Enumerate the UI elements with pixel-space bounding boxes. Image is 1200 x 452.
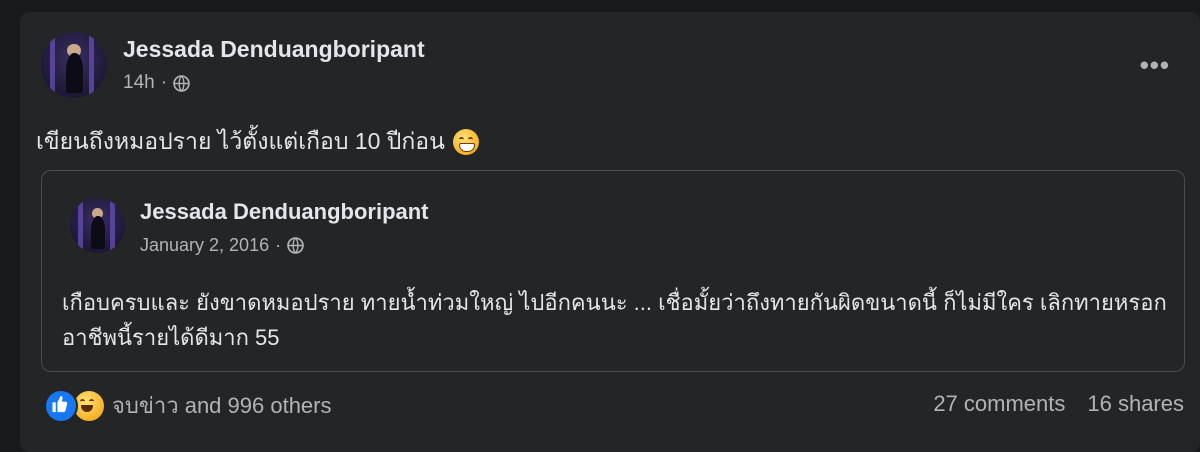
shared-post-date[interactable]: January 2, 2016 bbox=[140, 235, 269, 256]
more-options-button[interactable]: ••• bbox=[1140, 50, 1170, 81]
comments-count[interactable]: 27 comments bbox=[933, 391, 1065, 417]
reactions-text[interactable]: จบข่าว and 996 others bbox=[112, 388, 332, 423]
author-avatar[interactable] bbox=[41, 32, 107, 98]
meta-separator: · bbox=[160, 72, 168, 93]
like-icon bbox=[44, 388, 78, 423]
shared-post-card[interactable]: Jessada Denduangboripant January 2, 2016… bbox=[41, 170, 1185, 372]
reactions-summary[interactable]: จบข่าว and 996 others bbox=[44, 388, 332, 423]
post-footer: จบข่าว and 996 others 27 comments 16 sha… bbox=[20, 388, 1200, 424]
post-time[interactable]: 14h bbox=[123, 72, 155, 94]
globe-icon bbox=[173, 74, 190, 92]
globe-icon bbox=[287, 237, 304, 254]
post-text: เขียนถึงหมอปราย ไว้ตั้งแต่เกือบ 10 ปีก่อ… bbox=[36, 128, 445, 154]
meta-separator: · bbox=[275, 235, 282, 255]
engagement-stats: 27 comments 16 shares bbox=[933, 391, 1184, 417]
author-name[interactable]: Jessada Denduangboripant bbox=[123, 36, 425, 63]
post-meta: 14h · bbox=[123, 72, 190, 94]
shares-count[interactable]: 16 shares bbox=[1087, 391, 1184, 417]
shared-post-text: เกือบครบและ ยังขาดหมอปราย ทายน้ำท่วมใหญ่… bbox=[62, 290, 1167, 350]
post-text-row: เขียนถึงหมอปราย ไว้ตั้งแต่เกือบ 10 ปีก่อ… bbox=[36, 124, 479, 160]
shared-author-avatar[interactable] bbox=[70, 198, 125, 253]
shared-post-meta: January 2, 2016 · bbox=[140, 235, 304, 256]
grinning-face-icon bbox=[452, 129, 479, 155]
shared-author-name[interactable]: Jessada Denduangboripant bbox=[140, 199, 429, 225]
post-card: Jessada Denduangboripant 14h · ••• เขียน… bbox=[20, 12, 1200, 452]
